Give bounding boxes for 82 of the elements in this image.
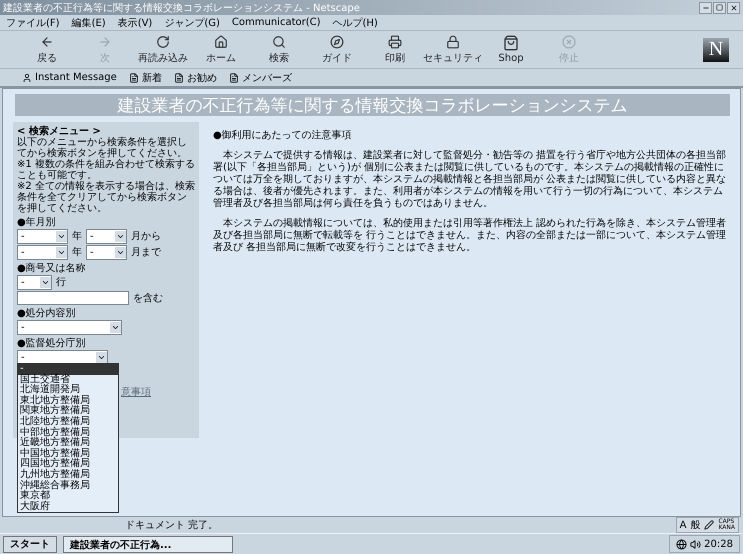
page-banner: 建設業者の不正行為等に関する情報交換コラボレーションシステム (15, 94, 730, 116)
page-icon (228, 72, 239, 82)
person-icon (22, 72, 32, 82)
bookmark-button[interactable]: Instant Message (22, 72, 117, 83)
unit-label: 年 (72, 247, 82, 258)
menu-item[interactable]: ヘルプ(H) (332, 16, 378, 30)
toolbar-button[interactable]: 戻る (20, 32, 74, 66)
pen-icon (704, 520, 714, 530)
toolbar-button[interactable]: Shop (484, 32, 538, 66)
dropdown-option[interactable]: 四国地方整備局 (18, 459, 118, 470)
dropdown-option[interactable]: 近畿地方整備局 (18, 438, 118, 449)
maximize-button[interactable] (713, 2, 726, 14)
status-text: ドキュメント 完了。 (125, 518, 218, 532)
toolbar-button[interactable]: セキュリティ (426, 32, 480, 66)
dropdown-option[interactable]: 大阪府 (18, 502, 118, 512)
name-input[interactable] (17, 291, 129, 305)
unit-label: 行 (56, 277, 66, 288)
maximize-icon (716, 4, 723, 11)
instruction-text: ※1 複数の条件を組み合わせて検索することも可能です。 (17, 159, 195, 181)
browser-logo: N (703, 38, 729, 62)
select-field[interactable]: - (17, 229, 68, 244)
toolbar-button[interactable]: 再読み込み (136, 32, 190, 66)
unit-label: 年 (72, 231, 82, 242)
bookmark-button[interactable]: メンバーズ (228, 70, 292, 84)
page-icon (174, 72, 184, 82)
window-title: 建設業者の不正行為等に関する情報交換コラボレーションシステム - Netscape (3, 2, 360, 14)
taskbar-button[interactable]: 建設業者の不正行為... (63, 536, 233, 552)
page-icon (128, 72, 139, 82)
unit-label: 月から (131, 231, 161, 242)
menu-item[interactable]: 表示(V) (118, 16, 152, 30)
dictionary-label: 般 (690, 519, 700, 532)
section-label: ●年月別 (17, 217, 57, 228)
menu-item[interactable]: 編集(E) (72, 16, 106, 30)
search-icon (271, 34, 287, 48)
unit-label: 月まで (131, 247, 161, 258)
notice-heading: ●御利用にあたっての注意事項 (213, 130, 353, 142)
toolbar-button[interactable]: 印刷 (368, 32, 422, 66)
bookmark-button[interactable]: 新着 (128, 70, 162, 84)
input-mode-label: A (680, 520, 686, 530)
close-button[interactable] (727, 2, 740, 14)
panel-heading: < 検索メニュー > (17, 126, 102, 137)
home-icon (213, 34, 229, 48)
dropdown-option[interactable]: 東京都 (18, 491, 118, 502)
select-field[interactable]: - (17, 245, 68, 260)
notice-link[interactable]: 意事項 (121, 387, 151, 398)
toolbar-button[interactable]: ガイド (310, 32, 364, 66)
dropdown-option[interactable]: 北海道開発局 (18, 385, 118, 396)
toolbar-button[interactable]: 検索 (252, 32, 306, 66)
minimize-button[interactable] (699, 2, 712, 14)
instruction-text: 以下のメニューから検索条件を選択してから検索ボタンを押してください。 (17, 137, 188, 159)
lock-icon (445, 34, 461, 48)
dropdown-option[interactable]: - (18, 364, 118, 375)
stop-icon (561, 34, 577, 48)
select-field[interactable]: - (17, 320, 122, 335)
dropdown-option[interactable]: 関東地方整備局 (18, 406, 118, 417)
globe-icon (676, 538, 688, 550)
reload-icon (155, 34, 171, 48)
unit-label: を含む (133, 292, 163, 304)
dropdown-list[interactable]: - 国土交通省 北海道開発局 東北地方整備局 関東地方整備局 北陸地方整備局 中部地方整備局 近畿地方整備局 中国地方整備局 四国地方整備局 九州地方整備局 沖縄総合事務局 東京都 大阪府 (17, 363, 119, 514)
select-field[interactable]: - (86, 245, 127, 260)
menu-item[interactable]: ファイル(F) (6, 16, 60, 30)
menu-item[interactable]: Communicator(C) (232, 17, 321, 28)
menu-item[interactable]: ジャンプ(G) (164, 16, 220, 30)
dropdown-option[interactable]: 北陸地方整備局 (18, 416, 118, 428)
notice-paragraph: 本システムの掲載情報については、私的使用または引用等著作権法上 認められた行為を除き、本システム管理者及び各担当部局に無断で転載等を 行うことはできません。また、内容の全部または一部について、本システム管理者及び 各担当部局に無断で改変を行うことはできません。 (213, 218, 728, 254)
notice-paragraph: 本システムで提供する情報は、建設業者に対して監督処分・勧告等の 措置を行う省庁や地方公共団体の各担当部署(以下「各担当部局」という)が 個別に公表または閲覧に供しているものです。本システムの掲載情報の正確性については万全を期しておりますが、本システムの掲載情報と各担当部局が 公表または閲覧に供している内容と異なる場合は、後者が優先されます。また、利用者が本システムの情報を用いて行う一切の行為について、本システム管理者及び各担当部局は何ら責任を負うものではありません。 (213, 150, 728, 210)
speaker-icon (690, 538, 702, 550)
close-icon (730, 4, 738, 12)
toolbar-button[interactable]: ホーム (194, 32, 248, 66)
instruction-text: ※2 全ての情報を表示する場合は、検索条件を全てクリアしてから検索ボタンを押してください。 (17, 181, 195, 214)
section-label: ●処分内容別 (17, 308, 77, 319)
start-button[interactable]: スタート (3, 536, 57, 552)
compass-icon (329, 34, 345, 48)
dropdown-option[interactable]: 九州地方整備局 (18, 470, 118, 481)
bookmark-button[interactable]: お勧め (174, 70, 217, 84)
section-label: ●商号又は名称 (17, 263, 87, 274)
shopping-bag-icon (503, 34, 519, 50)
select-field[interactable]: - (86, 229, 127, 244)
select-field[interactable]: - (17, 275, 52, 290)
section-label: ●監督処分庁別 (17, 338, 87, 349)
printer-icon (387, 34, 403, 48)
clock: 20:28 (704, 538, 733, 550)
